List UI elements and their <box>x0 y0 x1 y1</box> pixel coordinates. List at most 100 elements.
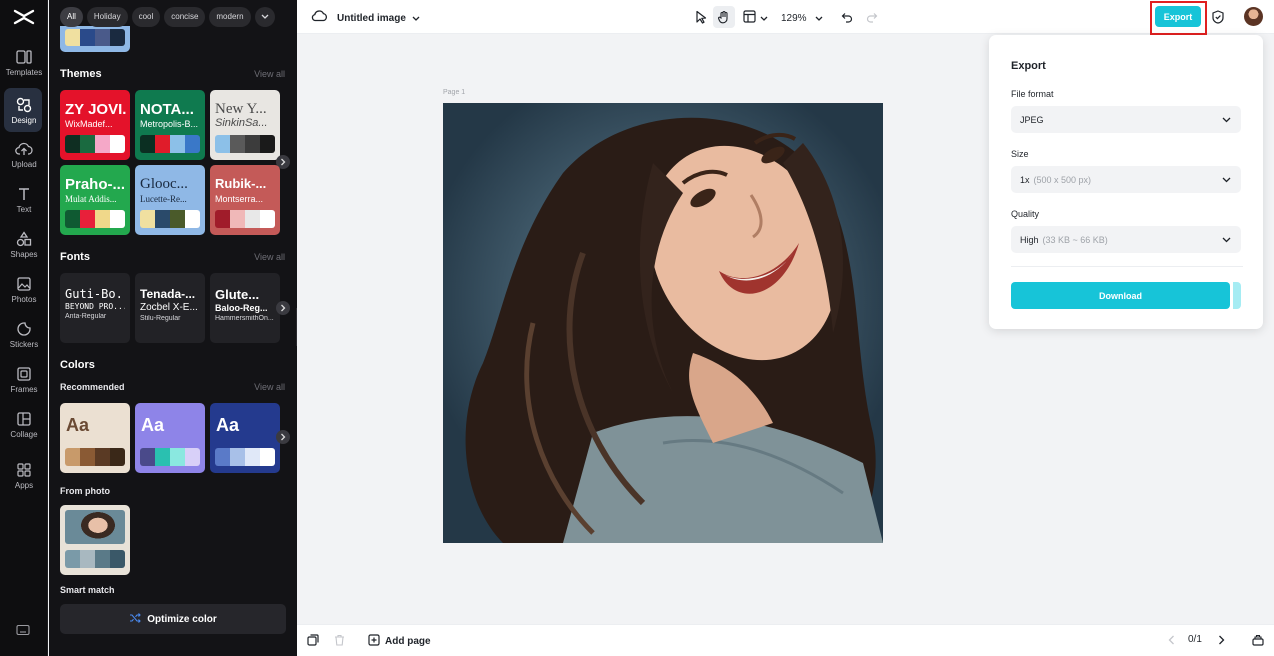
font-tile[interactable]: Glute... Baloo-Reg... HammersmithOn... <box>210 273 280 343</box>
scroll-right-icon[interactable] <box>276 301 290 315</box>
swatch-row <box>65 550 125 568</box>
color-palette-tile[interactable]: Aa <box>135 403 205 473</box>
pages-panel-icon[interactable] <box>1252 634 1264 646</box>
theme-heading-font: Glooc... <box>140 176 188 192</box>
cloud-save-icon[interactable] <box>311 9 327 23</box>
chip-cool[interactable]: cool <box>131 7 161 27</box>
theme-body-font: WixMadef... <box>65 119 113 129</box>
theme-tile[interactable]: Rubik-... Montserra... <box>210 165 280 235</box>
redo-icon[interactable] <box>861 6 883 28</box>
chevron-down-icon[interactable] <box>254 7 275 27</box>
size-label: Size <box>1011 149 1029 159</box>
rail-label: Stickers <box>9 339 39 349</box>
font-subheading: Zocbel X-E... <box>140 302 198 313</box>
rail-item-apps[interactable]: Apps <box>0 453 48 497</box>
filter-chips: All Holiday cool concise modern <box>60 7 275 27</box>
chip-modern[interactable]: modern <box>209 7 251 27</box>
size-select[interactable]: 1x (500 x 500 px) <box>1011 166 1241 193</box>
chevron-down-icon <box>1222 235 1231 245</box>
canvas-photo[interactable] <box>443 103 883 543</box>
file-format-select[interactable]: JPEG <box>1011 106 1241 133</box>
font-body: Stilu-Regular <box>140 315 181 322</box>
theme-tile[interactable]: Praho-... Mulat Addis... <box>60 165 130 235</box>
photos-icon <box>14 275 34 293</box>
scroll-right-icon[interactable] <box>276 430 290 444</box>
download-options-button[interactable] <box>1233 282 1241 309</box>
rail-item-collage[interactable]: Collage <box>0 402 48 446</box>
quality-label: Quality <box>1011 209 1040 219</box>
rail-item-shapes[interactable]: Shapes <box>0 222 48 266</box>
prev-page-icon[interactable] <box>1168 635 1175 645</box>
chip-all[interactable]: All <box>60 7 83 27</box>
swatch-row <box>65 448 125 466</box>
size-value: 1x <box>1020 174 1030 185</box>
capcut-logo-icon[interactable] <box>12 6 36 28</box>
rail-item-frames[interactable]: Frames <box>0 357 48 401</box>
rail-label: Photos <box>11 294 37 304</box>
rail-item-photos[interactable]: Photos <box>0 267 48 311</box>
zoom-level: 129% <box>781 12 807 24</box>
recommended-label: Recommended <box>60 382 125 392</box>
chip-holiday[interactable]: Holiday <box>86 7 128 27</box>
fonts-view-all[interactable]: View all <box>254 252 285 262</box>
keyboard-shortcuts-icon[interactable] <box>16 624 30 636</box>
layout-dropdown[interactable] <box>743 10 768 26</box>
theme-tile[interactable]: Glooc... Lucette-Re... <box>135 165 205 235</box>
colors-title: Colors <box>60 359 95 371</box>
zoom-dropdown[interactable]: 129% <box>781 11 823 25</box>
color-palette-tile[interactable]: Aa <box>60 403 130 473</box>
rail-item-design[interactable]: Design <box>0 88 48 132</box>
rail-item-stickers[interactable]: Stickers <box>0 312 48 356</box>
photo-palette-tile[interactable] <box>60 505 130 575</box>
add-page-icon <box>368 634 380 649</box>
trash-icon[interactable] <box>334 634 345 646</box>
optimize-color-button[interactable]: Optimize color <box>60 604 286 634</box>
avatar[interactable] <box>1244 7 1263 26</box>
quality-value: High <box>1020 234 1039 245</box>
color-palette-tile[interactable]: Aa <box>210 403 280 473</box>
theme-tile[interactable]: NOTA... Metropolis-B... <box>135 90 205 160</box>
page-label: Page 1 <box>443 89 466 96</box>
theme-tile[interactable]: New Y... SinkinSa... <box>210 90 280 160</box>
download-button[interactable]: Download <box>1011 282 1230 309</box>
rail-label: Collage <box>10 429 38 439</box>
quality-select[interactable]: High (33 KB ~ 66 KB) <box>1011 226 1241 253</box>
undo-icon[interactable] <box>836 6 858 28</box>
size-hint: (500 x 500 px) <box>1033 174 1092 185</box>
chip-concise[interactable]: concise <box>164 7 206 27</box>
quality-hint: (33 KB ~ 66 KB) <box>1042 234 1108 245</box>
select-tool-icon[interactable] <box>690 6 712 28</box>
add-page-button[interactable]: Add page <box>368 634 431 649</box>
rail-item-templates[interactable]: Templates <box>0 40 48 84</box>
hand-tool-icon[interactable] <box>713 6 735 28</box>
themes-title: Themes <box>60 68 102 80</box>
theme-heading-font: NOTA... <box>140 101 194 118</box>
palette-preview-text: Aa <box>66 415 90 435</box>
templates-icon <box>14 48 34 66</box>
theme-tile[interactable] <box>60 26 130 52</box>
layout-icon <box>743 10 756 26</box>
stickers-icon <box>14 320 34 338</box>
rail-item-text[interactable]: Text <box>0 177 48 221</box>
left-rail: Templates Design Upload Text Shapes Phot… <box>0 0 48 656</box>
font-heading: Guti-Bo... <box>65 287 125 301</box>
colors-view-all[interactable]: View all <box>254 382 285 392</box>
duplicate-page-icon[interactable] <box>307 634 319 646</box>
shield-icon[interactable] <box>1207 6 1229 28</box>
themes-view-all[interactable]: View all <box>254 69 285 79</box>
export-button[interactable]: Export <box>1155 6 1201 27</box>
doc-title-dropdown[interactable]: Untitled image <box>337 11 420 25</box>
smart-match-label: Smart match <box>60 585 115 595</box>
rail-label: Templates <box>5 67 43 77</box>
design-icon <box>14 96 34 114</box>
rail-item-upload[interactable]: Upload <box>0 132 48 176</box>
next-page-icon[interactable] <box>1218 635 1225 645</box>
font-tile[interactable]: Guti-Bo... BEYOND PRO... Anta-Regular <box>60 273 130 343</box>
rail-label: Text <box>16 204 32 214</box>
chevron-down-icon <box>815 11 823 25</box>
theme-tile[interactable]: ZY JOVI... WixMadef... <box>60 90 130 160</box>
theme-heading-font: ZY JOVI... <box>65 101 127 118</box>
font-tile[interactable]: Tenada-... Zocbel X-E... Stilu-Regular <box>135 273 205 343</box>
chevron-down-icon <box>1222 175 1231 185</box>
from-photo-label: From photo <box>60 486 110 496</box>
